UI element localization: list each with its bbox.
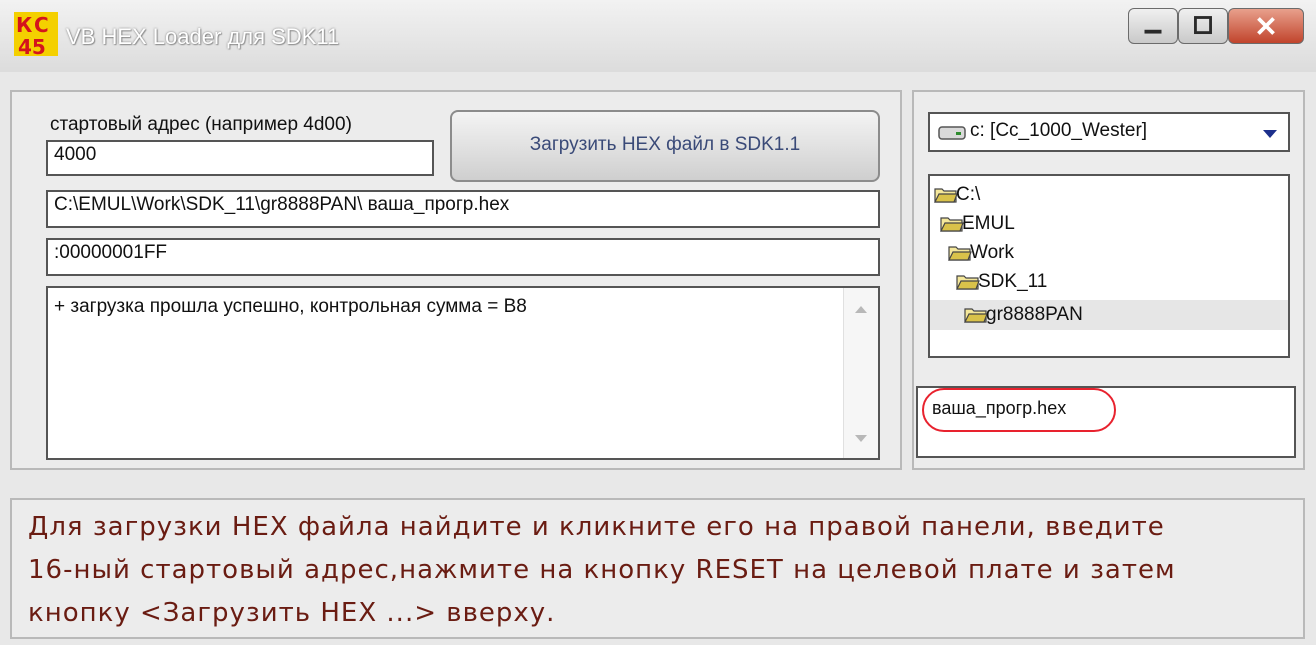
- last-record-field[interactable]: :00000001FF: [46, 238, 880, 276]
- svg-text:С: С: [34, 13, 49, 37]
- instructions-panel: Для загрузки HEX файла найдите и кликнит…: [10, 498, 1305, 639]
- directory-label: SDK_11: [978, 271, 1048, 292]
- instructions-line-1: Для загрузки HEX файла найдите и кликнит…: [28, 512, 1165, 542]
- directory-label: Work: [970, 242, 1014, 263]
- log-area[interactable]: + загрузка прошла успешно, контрольная с…: [46, 286, 880, 460]
- instructions-line-2: 16-ный стартовый адрес,нажмите на кнопку…: [28, 555, 1176, 585]
- scroll-up-icon[interactable]: [852, 302, 870, 316]
- maximize-icon: [1194, 16, 1212, 35]
- drive-select[interactable]: c: [Cc_1000_Wester]: [928, 112, 1290, 152]
- directory-list[interactable]: C:\ EMUL Work SDK_11 gr8888PAN: [928, 174, 1290, 358]
- file-highlight-oval: [922, 388, 1116, 432]
- app-window: К С 45 VB HEX Loader для SDK11 стартовый…: [0, 0, 1316, 645]
- load-hex-button[interactable]: Загрузить HEX файл в SDK1.1: [450, 110, 880, 182]
- drive-select-value: c: [Cc_1000_Wester]: [970, 120, 1148, 141]
- close-icon: [1257, 17, 1275, 35]
- open-folder-icon: [940, 217, 964, 232]
- close-button[interactable]: [1228, 8, 1304, 44]
- open-folder-icon: [934, 188, 958, 203]
- open-folder-icon: [948, 246, 972, 261]
- maximize-button[interactable]: [1178, 8, 1228, 44]
- start-address-label: стартовый адрес (например 4d00): [50, 114, 352, 135]
- svg-text:45: 45: [18, 35, 46, 56]
- log-text: + загрузка прошла успешно, контрольная с…: [54, 296, 527, 317]
- app-logo-icon: К С 45: [14, 12, 58, 56]
- open-folder-icon: [956, 275, 980, 290]
- file-path-field[interactable]: C:\EMUL\Work\SDK_11\gr8888PAN\ ваша_прог…: [46, 190, 880, 228]
- svg-text:К: К: [16, 13, 33, 37]
- open-folder-icon: [964, 308, 988, 323]
- window-title: VB HEX Loader для SDK11: [66, 24, 340, 49]
- start-address-input[interactable]: 4000: [46, 140, 434, 176]
- instructions-line-3: кнопку <Загрузить HEX ...> вверху.: [28, 598, 556, 628]
- hard-drive-icon: [938, 126, 966, 140]
- scroll-down-icon[interactable]: [852, 432, 870, 446]
- directory-label: C:\: [956, 184, 981, 205]
- chevron-down-icon[interactable]: [1262, 129, 1278, 139]
- title-bar: К С 45 VB HEX Loader для SDK11: [0, 0, 1316, 72]
- minimize-icon: [1144, 29, 1162, 34]
- directory-label: EMUL: [962, 213, 1015, 234]
- log-scrollbar[interactable]: [843, 288, 878, 458]
- directory-label: gr8888PAN: [986, 304, 1083, 325]
- minimize-button[interactable]: [1128, 8, 1178, 44]
